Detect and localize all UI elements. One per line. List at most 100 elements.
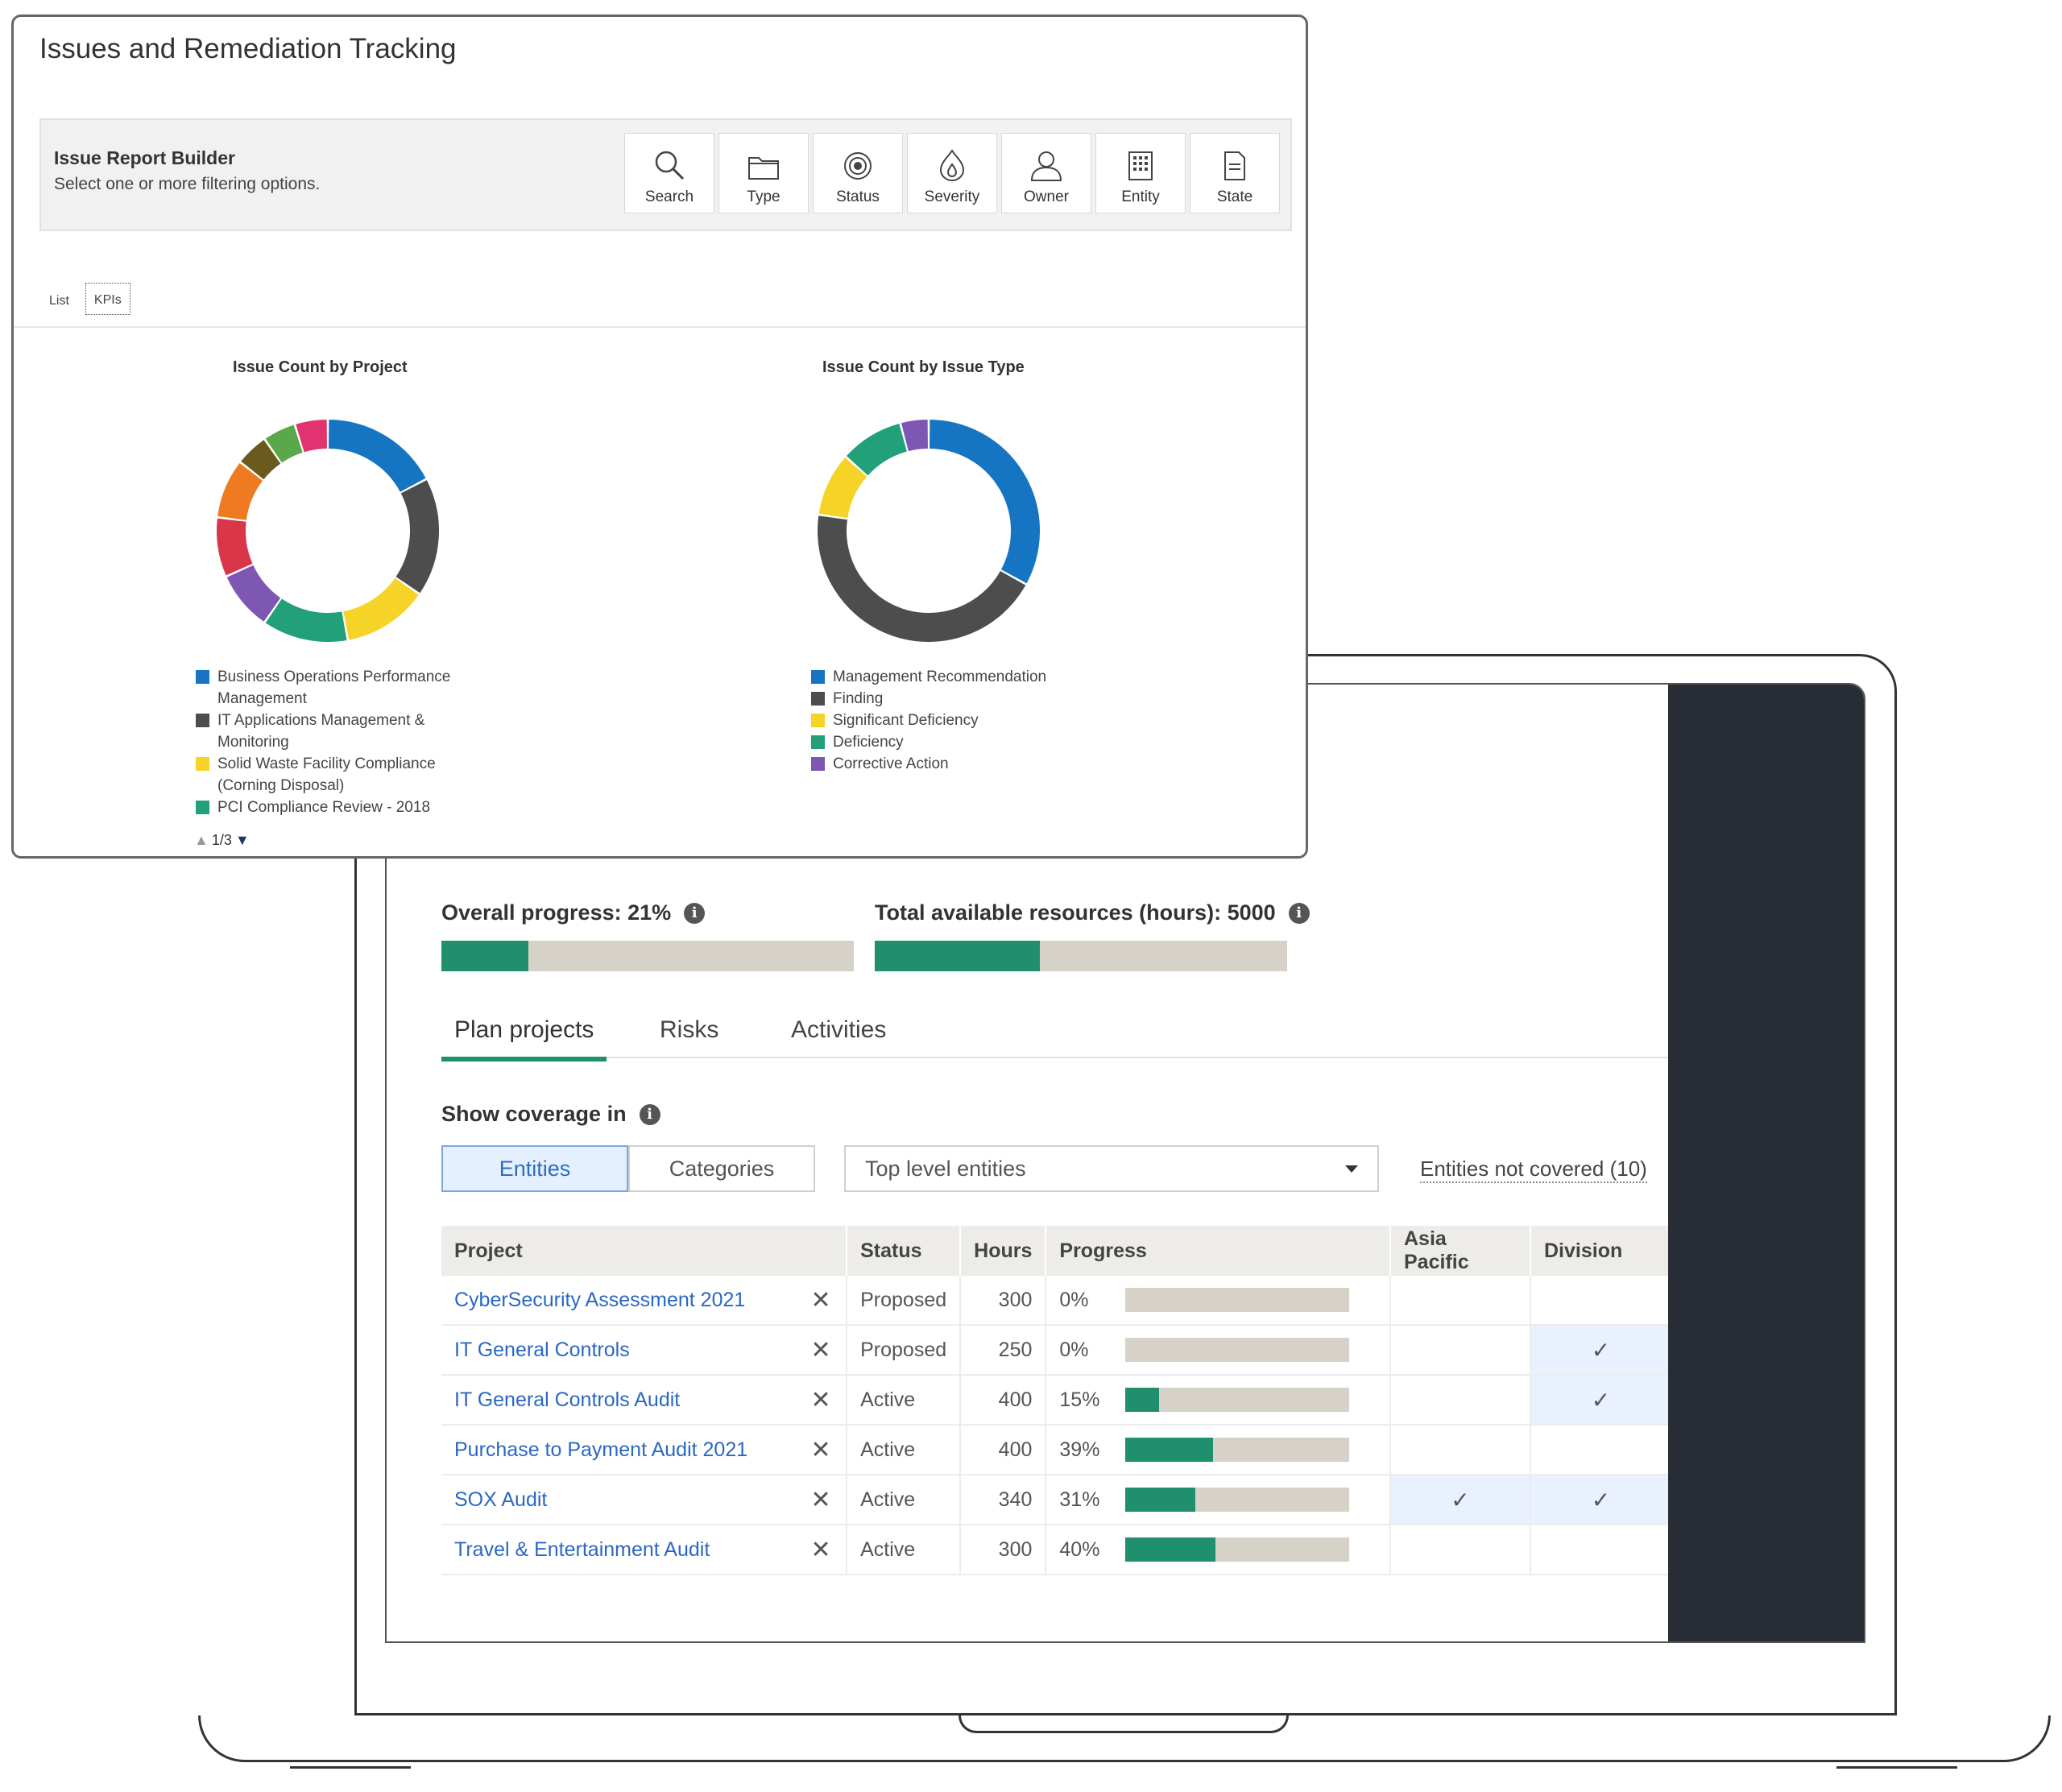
legend-label: PCI Compliance Review - 2018	[217, 799, 431, 816]
col-hours[interactable]: Hours	[960, 1226, 1047, 1276]
donut-slice[interactable]	[818, 515, 1026, 642]
entities-button[interactable]: Entities	[441, 1145, 628, 1192]
asia-pacific-cell[interactable]	[1390, 1276, 1531, 1326]
asia-pacific-cell[interactable]	[1390, 1375, 1531, 1426]
tab-activities[interactable]: Activities	[778, 1007, 899, 1057]
legend-label: Significant Deficiency	[833, 712, 979, 729]
remove-icon[interactable]: ✕	[796, 1375, 848, 1426]
remove-icon[interactable]: ✕	[796, 1276, 848, 1326]
legend-item[interactable]: Solid Waste Facility Compliance (Corning…	[196, 753, 462, 797]
col-project[interactable]: Project	[441, 1226, 848, 1276]
table-row[interactable]: SOX Audit ✕ Active 340 31% ✓ ✓	[441, 1475, 1671, 1525]
division-cell[interactable]	[1530, 1525, 1671, 1575]
progress-cell	[1112, 1525, 1391, 1575]
status-cell: Active	[847, 1525, 962, 1575]
asia-pacific-cell[interactable]: ✓	[1390, 1475, 1531, 1525]
entity-filter-button[interactable]: Entity	[1095, 133, 1186, 213]
page-up-icon[interactable]: ▲	[194, 832, 209, 849]
progress-bar	[1125, 1488, 1350, 1512]
donut-slice[interactable]	[217, 518, 253, 576]
projects-table: Project Status Hours Progress Asia Pacif…	[441, 1226, 1671, 1575]
progress-text: 15%	[1045, 1375, 1113, 1426]
donut-slice[interactable]	[226, 565, 281, 622]
division-cell[interactable]	[1530, 1276, 1671, 1326]
table-row[interactable]: Travel & Entertainment Audit ✕ Active 300 40…	[441, 1525, 1671, 1575]
project-link[interactable]: IT General Controls	[441, 1325, 797, 1376]
tab-risks[interactable]: Risks	[647, 1007, 731, 1057]
entity-level-dropdown[interactable]: Top level entities	[844, 1145, 1379, 1192]
state-filter-button[interactable]: State	[1190, 133, 1280, 213]
asia-pacific-cell[interactable]	[1390, 1325, 1531, 1376]
remove-icon[interactable]: ✕	[796, 1525, 848, 1575]
table-row[interactable]: IT General Controls ✕ Proposed 250 0% ✓	[441, 1325, 1671, 1376]
hours-cell: 300	[960, 1276, 1047, 1326]
progress-text: 0%	[1045, 1325, 1113, 1376]
remove-icon[interactable]: ✕	[796, 1325, 848, 1376]
owner-filter-button[interactable]: Owner	[1001, 133, 1091, 213]
donut-slice[interactable]	[395, 480, 439, 594]
tab-list[interactable]: List	[49, 294, 69, 315]
legend-item[interactable]: IT Applications Management & Monitoring	[196, 710, 462, 753]
col-progress[interactable]: Progress	[1045, 1226, 1391, 1276]
legend-item[interactable]: Corrective Action	[811, 753, 1101, 775]
division-cell[interactable]	[1530, 1425, 1671, 1475]
project-link[interactable]: CyberSecurity Assessment 2021	[441, 1276, 797, 1326]
legend-label: Finding	[833, 690, 884, 707]
donut-slice[interactable]	[818, 457, 867, 519]
division-cell[interactable]: ✓	[1530, 1475, 1671, 1525]
legend-swatch	[811, 670, 825, 684]
col-status[interactable]: Status	[847, 1226, 962, 1276]
donut-slice[interactable]	[342, 577, 419, 640]
legend-item[interactable]: Business Operations Performance Manageme…	[196, 666, 462, 710]
donut-slice[interactable]	[901, 420, 929, 452]
donut-slice[interactable]	[846, 423, 908, 476]
donut-slice[interactable]	[217, 462, 263, 521]
donut-slice[interactable]	[929, 420, 1040, 584]
col-division[interactable]: Division	[1530, 1226, 1671, 1276]
donut-slice[interactable]	[296, 420, 328, 453]
division-cell[interactable]: ✓	[1530, 1375, 1671, 1426]
info-icon[interactable]: i	[1288, 902, 1310, 924]
legend-swatch	[196, 801, 209, 814]
project-link[interactable]: SOX Audit	[441, 1475, 797, 1525]
info-icon[interactable]: i	[684, 902, 706, 924]
donut-slice[interactable]	[328, 420, 426, 493]
legend-item[interactable]: Management Recommendation	[811, 666, 1101, 688]
entities-not-covered-link[interactable]: Entities not covered (10)	[1420, 1157, 1647, 1183]
asia-pacific-cell[interactable]	[1390, 1425, 1531, 1475]
project-link[interactable]: IT General Controls Audit	[441, 1375, 797, 1426]
division-cell[interactable]: ✓	[1530, 1325, 1671, 1376]
tab-plan-projects[interactable]: Plan projects	[441, 1007, 607, 1062]
status-filter-button[interactable]: Status	[813, 133, 903, 213]
legend-item[interactable]: Significant Deficiency	[811, 710, 1101, 731]
legend-item[interactable]: Deficiency	[811, 731, 1101, 753]
issue-report-builder: Issue Report Builder Select one or more …	[39, 118, 1292, 231]
table-row[interactable]: CyberSecurity Assessment 2021 ✕ Proposed 30…	[441, 1276, 1671, 1326]
progress-text: 0%	[1045, 1276, 1113, 1326]
donut-slice[interactable]	[241, 440, 281, 480]
legend-item[interactable]: Finding	[811, 688, 1101, 710]
project-link[interactable]: Purchase to Payment Audit 2021	[441, 1425, 797, 1475]
search-filter-button[interactable]: Search	[624, 133, 714, 213]
remove-icon[interactable]: ✕	[796, 1475, 848, 1525]
laptop-foot	[1836, 1760, 1957, 1769]
col-asia-pacific[interactable]: Asia Pacific	[1390, 1226, 1531, 1276]
legend-swatch	[811, 714, 825, 727]
donut-slice[interactable]	[265, 598, 347, 642]
categories-button[interactable]: Categories	[628, 1145, 815, 1192]
page-down-icon[interactable]: ▼	[235, 832, 250, 849]
type-filter-button[interactable]: Type	[718, 133, 809, 213]
info-icon[interactable]: i	[639, 1103, 660, 1125]
donut-slice[interactable]	[265, 424, 304, 463]
remove-icon[interactable]: ✕	[796, 1425, 848, 1475]
severity-filter-button[interactable]: Severity	[907, 133, 997, 213]
asia-pacific-cell[interactable]	[1390, 1525, 1531, 1575]
project-link[interactable]: Travel & Entertainment Audit	[441, 1525, 797, 1575]
button-label: Search	[644, 188, 694, 205]
table-row[interactable]: IT General Controls Audit ✕ Active 400 15% ✓	[441, 1375, 1671, 1426]
tab-kpis[interactable]: KPIs	[85, 283, 130, 315]
caret-down-icon	[1345, 1165, 1358, 1173]
hours-cell: 400	[960, 1425, 1047, 1475]
legend-item[interactable]: PCI Compliance Review - 2018	[196, 797, 462, 818]
table-row[interactable]: Purchase to Payment Audit 2021 ✕ Active 400…	[441, 1425, 1671, 1475]
